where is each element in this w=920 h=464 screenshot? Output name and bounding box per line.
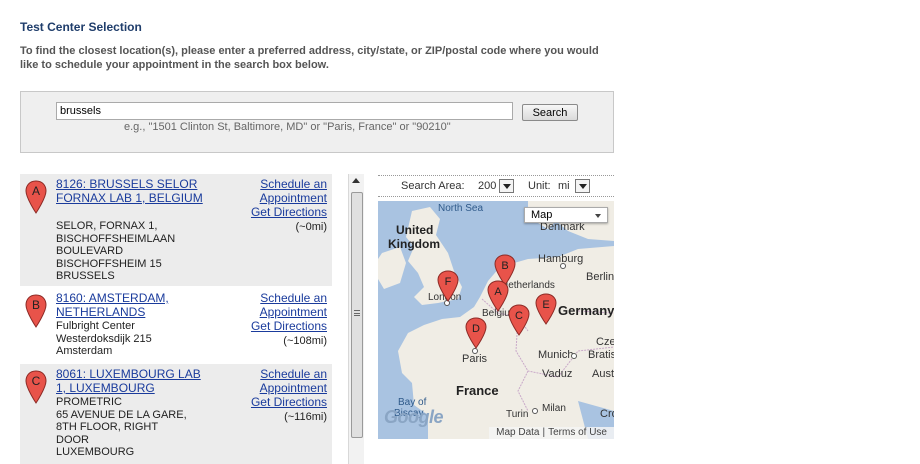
chevron-down-icon[interactable] xyxy=(575,179,590,193)
svg-text:A: A xyxy=(32,184,40,198)
svg-text:Austr: Austr xyxy=(592,368,614,380)
schedule-appointment-link[interactable]: Schedule an Appointment xyxy=(237,177,327,205)
svg-text:Cro: Cro xyxy=(600,408,614,420)
distance-text: (~108mi) xyxy=(283,335,327,347)
list-item: A 8126: BRUSSELS SELOR FORNAX LAB 1, BEL… xyxy=(20,174,332,286)
svg-text:United: United xyxy=(396,223,433,237)
location-link[interactable]: 8126: BRUSSELS SELOR FORNAX LAB 1, BELGI… xyxy=(56,177,206,205)
svg-text:F: F xyxy=(445,276,452,288)
svg-text:C: C xyxy=(32,374,41,388)
row-actions: Schedule an Appointment Get Directions (… xyxy=(237,367,327,424)
marker-a-icon: A xyxy=(25,180,47,214)
location-address: SELOR, FORNAX 1, BISCHOFFSHEIMLAAN BOULE… xyxy=(56,220,176,283)
svg-text:D: D xyxy=(472,323,480,335)
svg-text:Bratis: Bratis xyxy=(588,349,614,361)
chevron-down-icon[interactable] xyxy=(499,179,514,193)
scrollbar-thumb[interactable] xyxy=(351,192,363,438)
schedule-appointment-link[interactable]: Schedule an Appointment xyxy=(237,291,327,319)
location-address: PROMETRIC 65 AVENUE DE LA GARE, 8TH FLOO… xyxy=(56,396,187,459)
map-footer: Map Data | Terms of Use xyxy=(489,427,614,439)
unit-label: Unit: xyxy=(528,180,551,192)
list-item: B 8160: AMSTERDAM, NETHERLANDS Fulbright… xyxy=(20,288,332,362)
schedule-appointment-link[interactable]: Schedule an Appointment xyxy=(237,367,327,395)
svg-text:C: C xyxy=(515,310,523,322)
svg-text:Germany: Germany xyxy=(558,303,614,318)
location-address: Fulbright Center Westerdoksdijk 215 Amst… xyxy=(56,320,152,358)
map-canvas[interactable]: North Sea United Kingdom Denmark Hamburg… xyxy=(378,201,614,439)
results-list: A 8126: BRUSSELS SELOR FORNAX LAB 1, BEL… xyxy=(20,174,332,464)
map-data-link[interactable]: Map Data xyxy=(496,427,539,438)
map-view[interactable]: North Sea United Kingdom Denmark Hamburg… xyxy=(378,201,614,439)
marker-c-icon: C xyxy=(25,370,47,404)
search-area-select[interactable]: 200 xyxy=(478,179,514,193)
distance-text: (~0mi) xyxy=(295,221,327,233)
row-actions: Schedule an Appointment Get Directions (… xyxy=(237,291,327,348)
scroll-up-icon[interactable] xyxy=(352,178,360,183)
get-directions-link[interactable]: Get Directions xyxy=(237,319,327,333)
svg-text:B: B xyxy=(32,298,40,312)
page-title: Test Center Selection xyxy=(20,20,142,34)
map-controls: Search Area: 200 Unit: mi xyxy=(378,175,614,197)
svg-text:Paris: Paris xyxy=(462,353,488,365)
svg-text:E: E xyxy=(542,299,549,311)
map-type-select[interactable]: Map xyxy=(524,207,608,223)
unit-select[interactable]: mi xyxy=(558,179,592,193)
search-button[interactable]: Search xyxy=(522,104,578,121)
svg-text:A: A xyxy=(494,286,502,298)
svg-text:North Sea: North Sea xyxy=(438,203,483,214)
grip-icon xyxy=(354,310,360,316)
svg-text:Hamburg: Hamburg xyxy=(538,253,583,265)
svg-text:Milan: Milan xyxy=(542,403,566,414)
location-link[interactable]: 8160: AMSTERDAM, NETHERLANDS xyxy=(56,291,206,319)
svg-text:Netherlands: Netherlands xyxy=(501,280,555,291)
svg-text:Turin: Turin xyxy=(506,409,528,420)
svg-text:Munich: Munich xyxy=(538,349,573,361)
search-hint: e.g., "1501 Clinton St, Baltimore, MD" o… xyxy=(124,121,451,133)
distance-text: (~116mi) xyxy=(284,411,327,423)
search-area-label: Search Area: xyxy=(401,180,465,192)
search-input[interactable] xyxy=(56,102,513,120)
svg-text:Kingdom: Kingdom xyxy=(388,237,440,251)
get-directions-link[interactable]: Get Directions xyxy=(237,395,327,409)
terms-of-use-link[interactable]: Terms of Use xyxy=(548,427,607,438)
search-panel: e.g., "1501 Clinton St, Baltimore, MD" o… xyxy=(20,91,614,153)
row-actions: Schedule an Appointment Get Directions (… xyxy=(237,177,327,234)
svg-text:France: France xyxy=(456,383,499,398)
svg-text:B: B xyxy=(501,260,508,272)
marker-b-icon: B xyxy=(25,294,47,328)
get-directions-link[interactable]: Get Directions xyxy=(237,205,327,219)
svg-text:Vaduz: Vaduz xyxy=(542,368,572,380)
list-item: C 8061: LUXEMBOURG LAB 1, LUXEMBOURG PRO… xyxy=(20,364,332,464)
svg-text:Berlin: Berlin xyxy=(586,271,614,283)
location-link[interactable]: 8061: LUXEMBOURG LAB 1, LUXEMBOURG xyxy=(56,367,206,395)
svg-text:Czec: Czec xyxy=(596,336,614,348)
instructions-text: To find the closest location(s), please … xyxy=(20,45,599,71)
results-scrollbar[interactable] xyxy=(348,174,364,464)
google-logo: Google xyxy=(384,407,444,427)
